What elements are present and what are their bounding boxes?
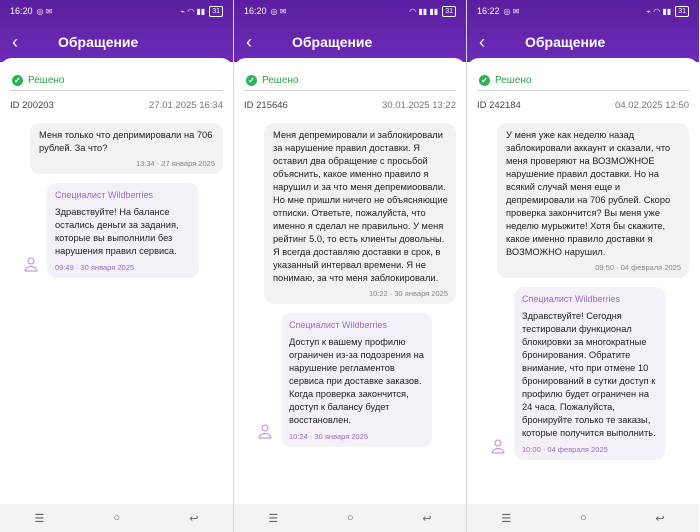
ticket-meta: ID 242184 04.02.2025 12:50 — [467, 91, 699, 113]
back-arrow-icon[interactable]: ‹ — [246, 33, 270, 51]
app-header: 16:20 ◎ ✉ ◠ ▮▮ ▮▮ 31 ‹ Обращение — [234, 0, 466, 62]
user-message: Меня только что депримировали на 706 руб… — [30, 123, 223, 174]
back-arrow-icon[interactable]: ‹ — [12, 33, 36, 51]
phone-screen-3: 16:22 ◎ ✉ ⌁ ◠ ▮▮ 31 ‹ Обращение ✓ Решено I… — [466, 0, 699, 532]
agent-message-text: Здравствуйте! На балансе остались деньги… — [55, 207, 179, 256]
agent-message: Специалист Wildberries Доступ к вашему п… — [281, 313, 432, 447]
status-bar: 16:22 ◎ ✉ ⌁ ◠ ▮▮ 31 — [467, 0, 699, 22]
user-message: У меня уже как неделю назад заблокировал… — [497, 123, 689, 278]
back-arrow-icon[interactable]: ‹ — [479, 33, 503, 51]
signal-icon: ⌁ ◠ ▮▮ — [180, 6, 206, 16]
status-time: 16:20 — [244, 6, 267, 16]
battery-icon: 31 — [442, 5, 456, 17]
resolved-label: Решено — [262, 74, 299, 86]
system-nav-bar: ☰ ○ ↩ — [234, 504, 466, 532]
user-message-text: Меня только что депримировали на 706 руб… — [39, 130, 213, 153]
back-nav-icon[interactable]: ↩ — [422, 512, 431, 525]
menu-icon[interactable]: ☰ — [268, 512, 278, 525]
check-icon: ✓ — [12, 74, 23, 86]
agent-name: Специалист Wildberries — [522, 294, 620, 304]
status-icon: ◎ ✉ — [36, 6, 53, 16]
home-icon[interactable]: ○ — [113, 512, 120, 524]
check-icon: ✓ — [246, 74, 257, 86]
status-icon: ◎ ✉ — [270, 6, 287, 16]
agent-name: Специалист Wildberries — [55, 190, 153, 200]
menu-icon[interactable]: ☰ — [35, 512, 45, 525]
resolved-label: Решено — [495, 74, 532, 86]
status-bar: 16:20 ◎ ✉ ◠ ▮▮ ▮▮ 31 — [234, 0, 466, 22]
ticket-id: ID 200203 — [10, 100, 54, 111]
ticket-date: 04.02.2025 12:50 — [615, 100, 689, 111]
agent-name: Специалист Wildberries — [289, 320, 387, 330]
system-nav-bar: ☰ ○ ↩ — [0, 504, 233, 532]
ticket-date: 30.01.2025 13:22 — [382, 100, 456, 111]
back-nav-icon[interactable]: ↩ — [655, 512, 664, 525]
status-bar: 16:20 ◎ ✉ ⌁ ◠ ▮▮ 31 — [0, 0, 233, 22]
ticket-id: ID 242184 — [477, 100, 521, 111]
page-title: Обращение — [525, 34, 606, 50]
status-badge: ✓ Решено — [467, 58, 699, 90]
battery-icon: 31 — [209, 5, 223, 17]
user-message-time: 09:50 · 04 февраля 2025 — [595, 263, 681, 272]
agent-avatar-icon — [258, 424, 272, 439]
ticket-meta: ID 200203 27.01.2025 16:34 — [0, 91, 233, 113]
agent-message-time: 10:00 · 04 февраля 2025 — [522, 445, 608, 454]
battery-icon: 31 — [675, 5, 689, 17]
ticket-id: ID 215646 — [244, 100, 288, 111]
status-icon: ◎ ✉ — [503, 6, 520, 16]
ticket-date: 27.01.2025 16:34 — [149, 100, 223, 111]
user-message-time: 10:22 · 30 января 2025 — [368, 289, 448, 298]
ticket-meta: ID 215646 30.01.2025 13:22 — [234, 91, 466, 113]
status-badge: ✓ Решено — [234, 58, 466, 90]
signal-icon: ◠ ▮▮ ▮▮ — [409, 6, 439, 16]
agent-message: Специалист Wildberries Здравствуйте! На … — [47, 183, 199, 278]
agent-avatar-icon — [24, 257, 38, 272]
phone-screen-1: 16:20 ◎ ✉ ⌁ ◠ ▮▮ 31 ‹ Обращение ✓ Решено I… — [0, 0, 233, 532]
agent-message-text: Здравствуйте! Сегодня тестировали функци… — [522, 311, 656, 438]
page-title: Обращение — [292, 34, 373, 50]
screens-row: 16:20 ◎ ✉ ⌁ ◠ ▮▮ 31 ‹ Обращение ✓ Решено I… — [0, 0, 700, 532]
signal-icon: ⌁ ◠ ▮▮ — [646, 6, 672, 16]
ticket-content: ✓ Решено ID 242184 04.02.2025 12:50 У ме… — [467, 58, 699, 504]
system-nav-bar: ☰ ○ ↩ — [467, 504, 699, 532]
user-message-text: У меня уже как неделю назад заблокировал… — [506, 130, 671, 257]
agent-message-time: 10:24 · 30 января 2025 — [289, 432, 369, 441]
ticket-content: ✓ Решено ID 215646 30.01.2025 13:22 Меня… — [234, 58, 466, 504]
resolved-label: Решено — [28, 74, 65, 86]
home-icon[interactable]: ○ — [347, 512, 354, 524]
user-message-time: 13:34 · 27 января 2025 — [135, 159, 215, 168]
phone-screen-2: 16:20 ◎ ✉ ◠ ▮▮ ▮▮ 31 ‹ Обращение ✓ Решено … — [233, 0, 466, 532]
status-badge: ✓ Решено — [0, 58, 233, 90]
user-message: Меня депремировали и заблокировали за на… — [264, 123, 456, 304]
agent-message-text: Доступ к вашему профилю ограничен из-за … — [289, 337, 424, 425]
status-time: 16:22 — [477, 6, 500, 16]
app-header: 16:22 ◎ ✉ ⌁ ◠ ▮▮ 31 ‹ Обращение — [467, 0, 699, 62]
menu-icon[interactable]: ☰ — [501, 512, 511, 525]
app-header: 16:20 ◎ ✉ ⌁ ◠ ▮▮ 31 ‹ Обращение — [0, 0, 233, 62]
home-icon[interactable]: ○ — [580, 512, 587, 524]
agent-message-time: 09:49 · 30 января 2025 — [55, 263, 135, 272]
user-message-text: Меня депремировали и заблокировали за на… — [273, 130, 448, 283]
agent-message: Специалист Wildberries Здравствуйте! Сег… — [514, 287, 665, 460]
page-title: Обращение — [58, 34, 139, 50]
status-time: 16:20 — [10, 6, 33, 16]
back-nav-icon[interactable]: ↩ — [189, 512, 198, 525]
ticket-content: ✓ Решено ID 200203 27.01.2025 16:34 Меня… — [0, 58, 233, 504]
check-icon: ✓ — [479, 74, 490, 86]
agent-avatar-icon — [491, 439, 505, 454]
